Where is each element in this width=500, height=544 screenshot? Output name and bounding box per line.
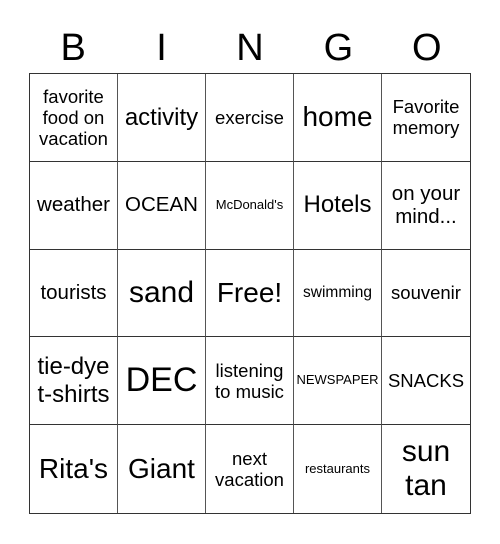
bingo-cell[interactable]: swimming <box>294 249 382 338</box>
bingo-cell[interactable]: tie-dye t-shirts <box>30 337 118 426</box>
bingo-cell[interactable]: sand <box>118 249 206 338</box>
bingo-cell[interactable]: DEC <box>118 337 206 426</box>
bingo-cell[interactable]: next vacation <box>206 425 294 513</box>
bingo-cell[interactable]: weather <box>30 161 118 250</box>
bingo-cell[interactable]: Favorite memory <box>382 74 470 162</box>
bingo-cell[interactable]: Rita's <box>30 425 118 513</box>
bingo-header: B I N G O <box>29 26 471 70</box>
bingo-cell[interactable]: NEWSPAPER <box>294 337 382 426</box>
bingo-cell[interactable]: SNACKS <box>382 337 470 426</box>
bingo-cell[interactable]: McDonald's <box>206 161 294 250</box>
bingo-cell[interactable]: home <box>294 74 382 162</box>
bingo-cell[interactable]: exercise <box>206 74 294 162</box>
bingo-cell[interactable]: on your mind... <box>382 162 470 250</box>
bingo-cell[interactable]: souvenir <box>382 250 470 338</box>
bingo-cell[interactable]: activity <box>118 74 206 162</box>
header-letter-i: I <box>156 27 167 69</box>
bingo-cell[interactable]: OCEAN <box>118 161 206 250</box>
bingo-cell[interactable]: sun tan <box>382 425 470 513</box>
header-letter-o: O <box>411 27 442 69</box>
header-letter-n: N <box>236 27 264 69</box>
bingo-cell[interactable]: listening to music <box>206 337 294 426</box>
bingo-cell[interactable]: tourists <box>30 249 118 338</box>
bingo-cell[interactable]: Giant <box>118 425 206 513</box>
header-letter-g: G <box>323 27 354 69</box>
bingo-cell[interactable]: favorite food on vacation <box>30 74 118 162</box>
bingo-cell[interactable]: Hotels <box>294 161 382 250</box>
bingo-card: favorite food on vacation activity exerc… <box>29 73 471 514</box>
bingo-cell[interactable]: restaurants <box>294 425 382 513</box>
free-space-cell[interactable]: Free! <box>206 249 294 338</box>
header-letter-b: B <box>60 27 86 69</box>
